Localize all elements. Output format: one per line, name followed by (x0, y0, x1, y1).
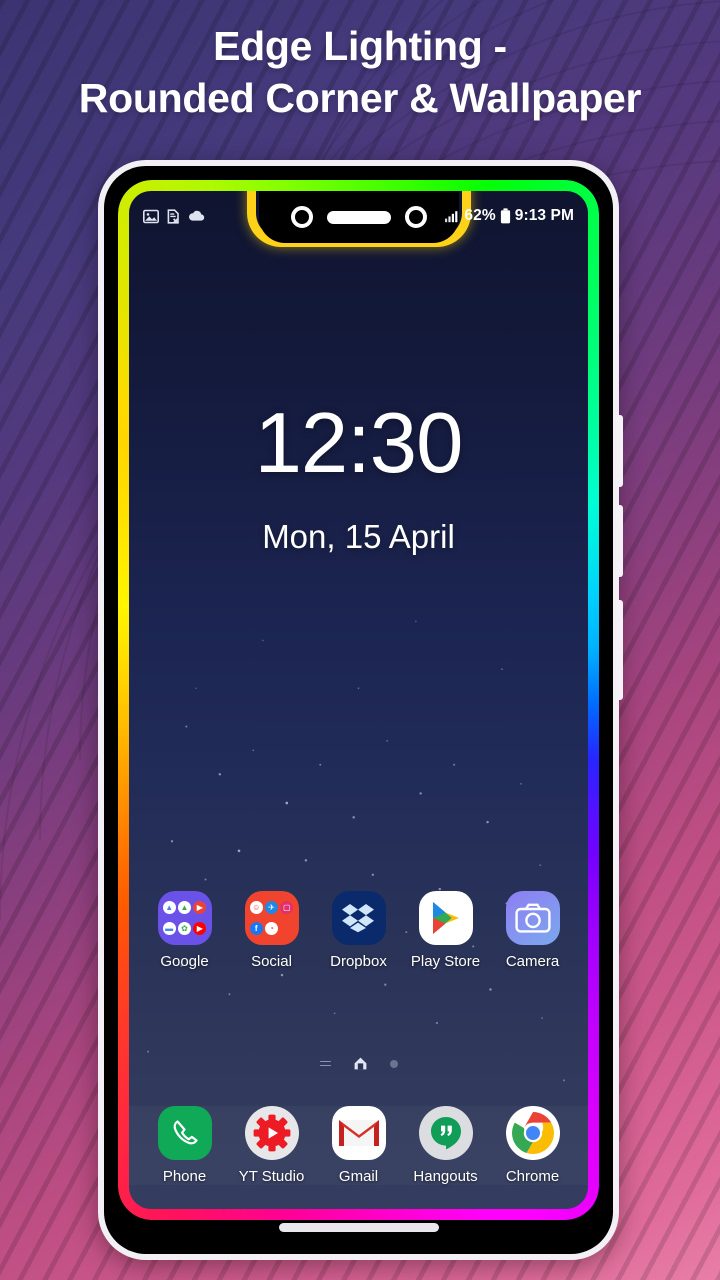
image-icon (143, 209, 159, 223)
cloud-icon (189, 210, 205, 221)
folder-mini-icon: ▲ (177, 901, 191, 914)
app-social[interactable]: ☺ ✈ ▢ f ◔ Social (236, 891, 308, 970)
phone-mockup: 62% 9:13 PM 12:30 Mon, 15 April ▲ ▲ ▶ ▬ … (98, 160, 623, 1260)
starfield-wallpaper (147, 620, 566, 1082)
battery-icon (500, 208, 510, 224)
app-play-store[interactable]: Play Store (410, 891, 482, 970)
app-dropbox[interactable]: Dropbox (323, 891, 395, 970)
app-label: YT Studio (238, 1168, 305, 1185)
page-title: Edge Lighting - Rounded Corner & Wallpap… (0, 20, 720, 125)
hangouts-icon (418, 1106, 473, 1160)
power-button[interactable] (616, 600, 623, 700)
folder-mini-icon: ✈ (264, 901, 278, 914)
signal-bars-icon (445, 210, 458, 222)
app-label: Gmail (338, 1168, 379, 1185)
app-label: Social (251, 953, 292, 970)
app-label: Play Store (410, 953, 481, 970)
app-label: Google (160, 953, 209, 970)
title-line-1: Edge Lighting - (213, 23, 507, 69)
folder-mini-icon: f (249, 922, 263, 935)
clock-time: 12:30 (254, 396, 464, 491)
app-yt-studio[interactable]: YT Studio (236, 1106, 308, 1185)
app-gmail[interactable]: Gmail (323, 1106, 395, 1185)
app-phone[interactable]: Phone (149, 1106, 221, 1185)
list-icon[interactable] (319, 1060, 331, 1067)
page-indicator (129, 1056, 588, 1071)
app-label: Camera (505, 953, 560, 970)
dropbox-icon (331, 891, 386, 945)
google-folder-icon: ▲ ▲ ▶ ▬ ✿ ▶ (157, 891, 212, 945)
status-bar: 62% 9:13 PM (129, 203, 588, 229)
phone-icon (157, 1106, 212, 1160)
page-dot-icon[interactable] (389, 1059, 398, 1068)
social-folder-icon: ☺ ✈ ▢ f ◔ (244, 891, 299, 945)
app-google[interactable]: ▲ ▲ ▶ ▬ ✿ ▶ Google (149, 891, 221, 970)
app-label: Hangouts (413, 1168, 478, 1185)
app-label: Phone (162, 1168, 207, 1185)
homescreen-app-row: ▲ ▲ ▶ ▬ ✿ ▶ Google ☺ ✈ ▢ f ◔ Social Drop… (129, 891, 588, 970)
app-camera[interactable]: Camera (497, 891, 569, 970)
folder-mini-icon: ◔ (264, 922, 278, 935)
status-bar-left-icons (143, 208, 205, 224)
folder-mini-icon: ▬ (162, 922, 176, 935)
lockscreen-clock-area: 12:30 Mon, 15 April (129, 401, 588, 556)
app-dock: Phone YT Studio Gmail Hangouts Chrome (129, 1106, 588, 1185)
volume-down-button[interactable] (616, 505, 623, 577)
app-label: Dropbox (330, 953, 387, 970)
title-line-2: Rounded Corner & Wallpaper (78, 75, 642, 122)
status-bar-time: 9:13 PM (514, 207, 574, 224)
chrome-icon (505, 1106, 560, 1160)
folder-mini-icon: ▢ (280, 901, 294, 914)
folder-mini-icon: ▲ (162, 901, 176, 914)
volume-up-button[interactable] (616, 415, 623, 487)
folder-mini-icon: ☺ (249, 901, 263, 914)
camera-icon (505, 891, 560, 945)
clock-date: Mon, 15 April (262, 518, 455, 555)
gmail-icon (331, 1106, 386, 1160)
phone-screen[interactable]: 62% 9:13 PM 12:30 Mon, 15 April ▲ ▲ ▶ ▬ … (129, 191, 588, 1209)
status-bar-right: 62% 9:13 PM (445, 207, 574, 225)
document-error-icon (167, 208, 179, 224)
folder-mini-icon (280, 922, 293, 935)
gesture-home-indicator[interactable] (278, 1223, 439, 1232)
home-icon[interactable] (353, 1056, 368, 1071)
app-hangouts[interactable]: Hangouts (410, 1106, 482, 1185)
folder-mini-icon: ▶ (193, 901, 207, 914)
app-label: Chrome (505, 1168, 560, 1185)
phone-body: 62% 9:13 PM 12:30 Mon, 15 April ▲ ▲ ▶ ▬ … (104, 166, 613, 1254)
folder-mini-icon: ✿ (177, 922, 191, 935)
yt-studio-icon (244, 1106, 299, 1160)
folder-mini-icon: ▶ (193, 922, 207, 935)
app-chrome[interactable]: Chrome (497, 1106, 569, 1185)
battery-percent-label: 62% (464, 207, 496, 224)
play-store-icon (418, 891, 473, 945)
